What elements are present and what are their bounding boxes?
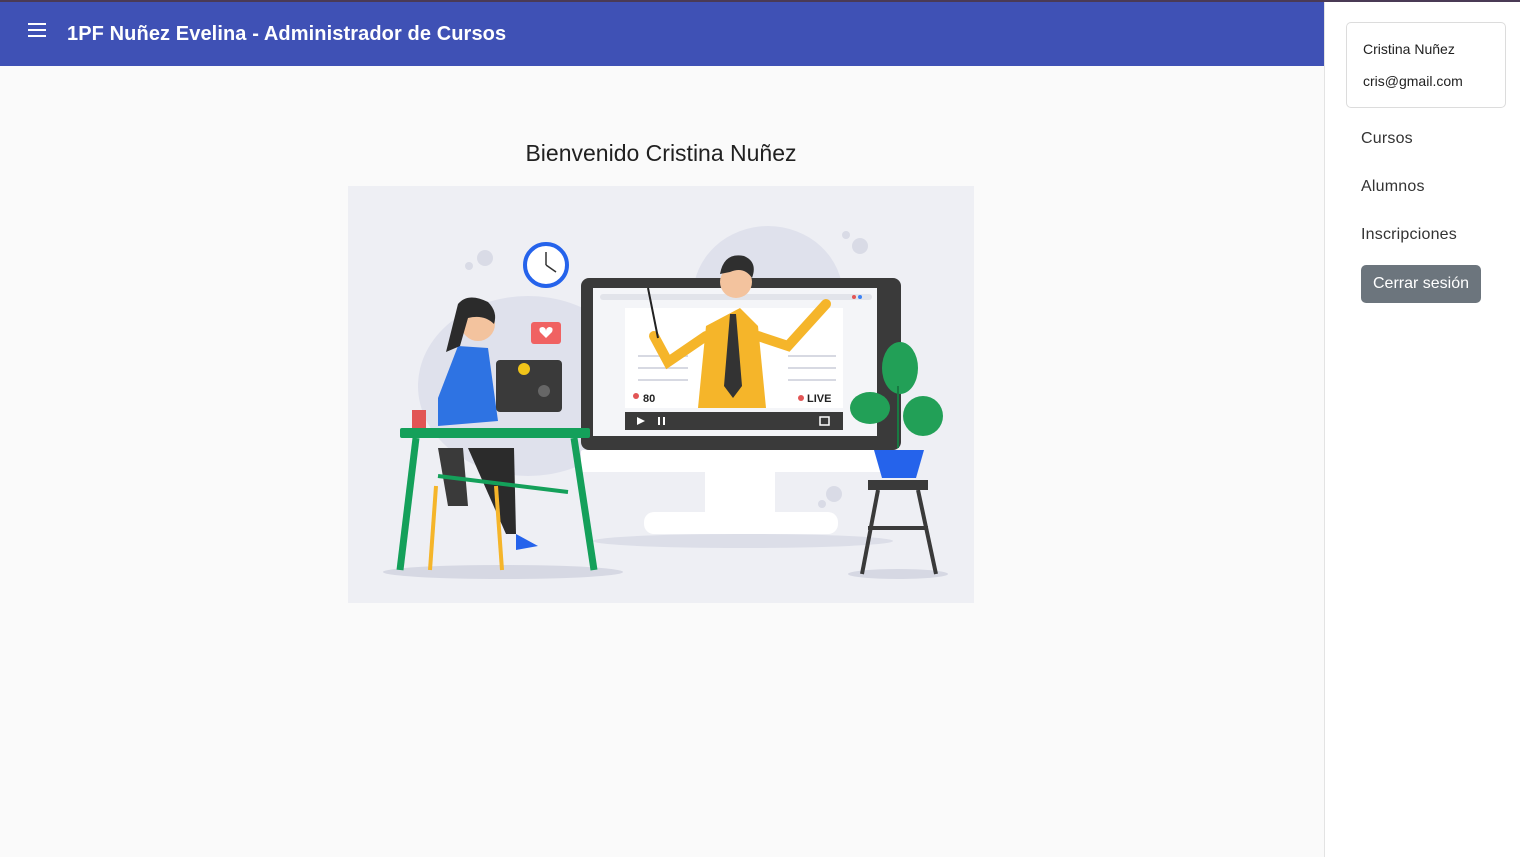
main-content: Bienvenido Cristina Nuñez 80 LIVE — [0, 66, 1324, 857]
welcome-heading: Bienvenido Cristina Nuñez — [525, 140, 797, 166]
nav-item-cursos[interactable]: Cursos — [1361, 130, 1413, 148]
app-title: 1PF Nuñez Evelina - Administrador de Cur… — [67, 22, 507, 45]
menu-icon[interactable] — [19, 12, 55, 48]
clock-icon — [523, 242, 569, 288]
logout-button[interactable]: Cerrar sesión — [1361, 265, 1481, 303]
live-badge: LIVE — [807, 393, 831, 405]
top-toolbar: 1PF Nuñez Evelina - Administrador de Cur… — [0, 2, 1324, 66]
user-name: Cristina Nuñez — [1363, 41, 1455, 57]
online-class-illustration: 80 LIVE — [348, 186, 974, 603]
monitor-icon: 80 LIVE — [581, 255, 901, 534]
user-card: Cristina Nuñez cris@gmail.com — [1346, 22, 1506, 108]
side-nav: Cristina Nuñez cris@gmail.com Cursos Alu… — [1324, 2, 1520, 857]
user-email: cris@gmail.com — [1363, 73, 1463, 89]
heart-bubble-icon — [531, 322, 561, 344]
nav-item-inscripciones[interactable]: Inscripciones — [1361, 226, 1457, 244]
viewer-count: 80 — [643, 393, 655, 405]
nav-item-alumnos[interactable]: Alumnos — [1361, 178, 1425, 196]
